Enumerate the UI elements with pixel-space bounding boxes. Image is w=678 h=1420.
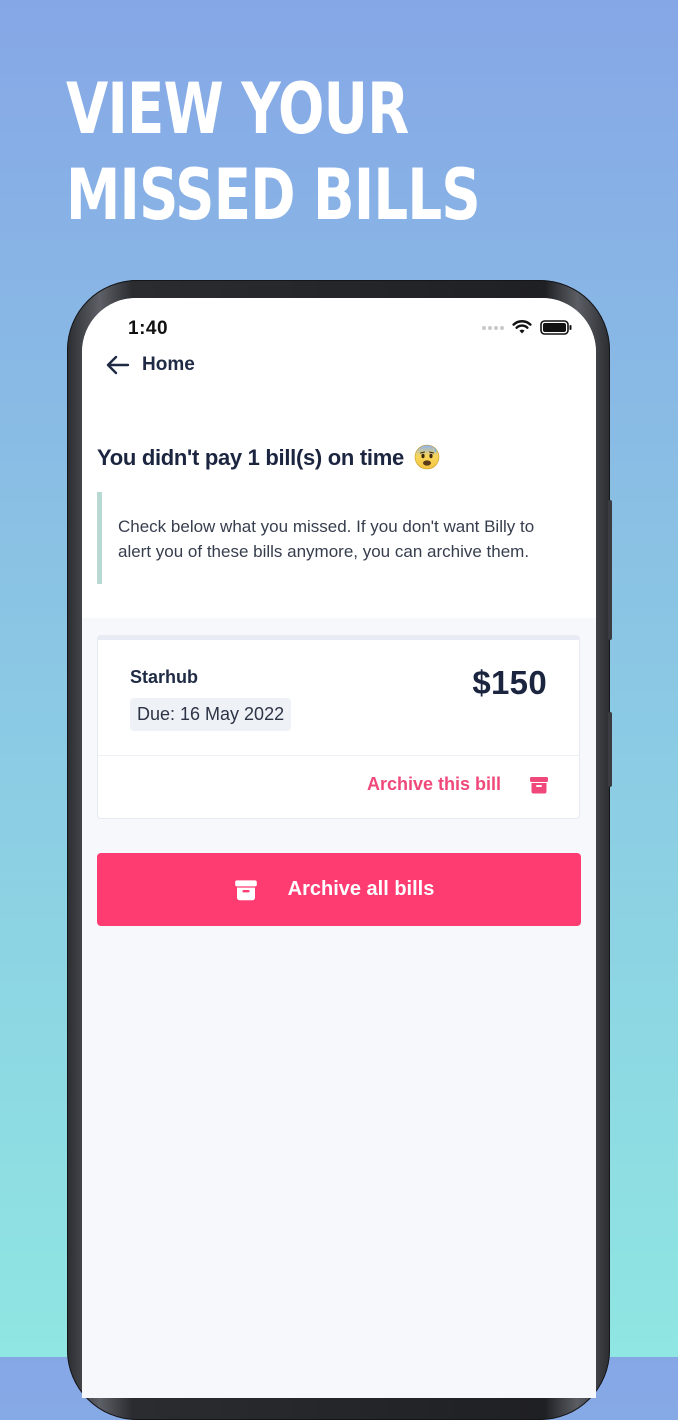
phone-volume-button [608,500,612,640]
page-title-text: You didn't pay 1 bill(s) on time [97,445,404,470]
wifi-icon [512,320,532,334]
bill-due-date-badge: Due: 16 May 2022 [130,698,292,731]
anxious-face-with-sweat-icon [414,444,440,470]
back-button-label: Home [142,354,195,375]
arrow-left-icon [106,355,130,375]
archive-all-bills-label: Archive all bills [287,878,435,900]
phone-power-button [608,712,612,787]
bill-provider-name: Starhub [130,667,199,687]
bill-amount: $150 [472,664,547,701]
archive-box-icon [530,776,548,793]
page-title: You didn't pay 1 bill(s) on time [97,444,440,471]
status-icons [482,320,572,335]
archive-all-bills-button[interactable]: Archive all bills [97,853,581,926]
promo-headline-line-1: VIEW YOUR [66,68,409,150]
promo-headline: VIEW YOUR MISSED BILLS [66,66,481,238]
phone-screen: 1:40 Home You didn't pay 1 bill(s) on ti… [82,298,596,1398]
archive-this-bill-label: Archive this bill [366,774,501,794]
back-button[interactable]: Home [106,354,195,376]
card-divider [98,755,579,756]
info-notice-text: Check below what you missed. If you don'… [118,517,535,561]
archive-this-bill-button[interactable]: Archive this bill [367,774,549,795]
promo-headline-line-2: MISSED BILLS [66,154,481,236]
archive-box-icon [234,879,257,900]
status-time: 1:40 [128,318,169,339]
info-notice: Check below what you missed. If you don'… [97,492,567,584]
battery-icon [540,320,572,335]
signal-icon [482,325,504,330]
bill-card: Starhub Due: 16 May 2022 $150 Archive th… [97,635,580,819]
